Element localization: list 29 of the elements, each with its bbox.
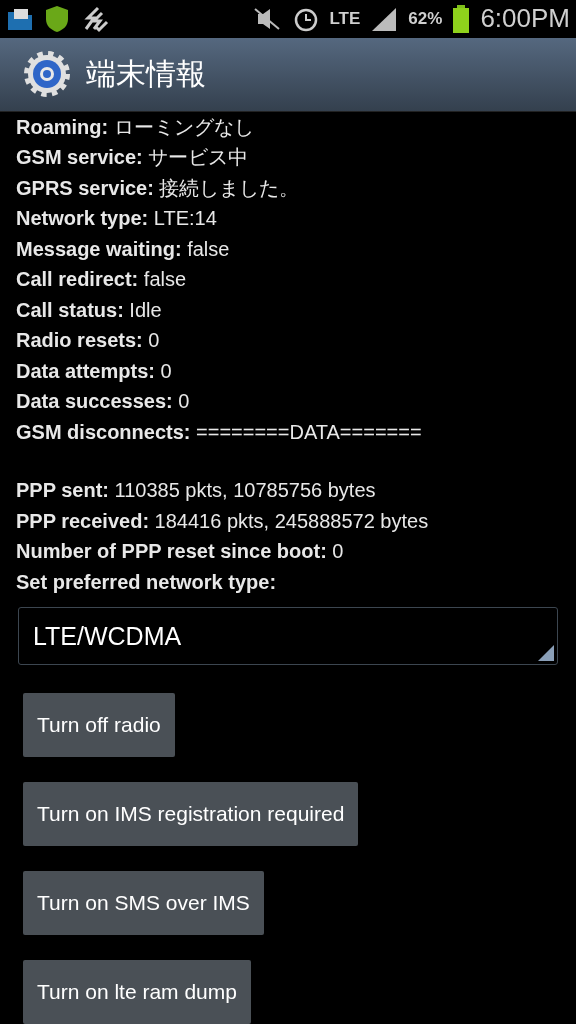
screen-title: 端末情報 bbox=[86, 54, 206, 93]
battery-percent: 62% bbox=[408, 8, 443, 29]
info-line: GSM disconnects: ========DATA======= bbox=[16, 419, 423, 445]
action-button[interactable]: Turn on SMS over IMS bbox=[23, 871, 264, 935]
action-button[interactable]: Turn on IMS registration required bbox=[23, 782, 359, 846]
network-type-dropdown[interactable]: LTE/WCDMA bbox=[18, 607, 558, 665]
info-line: Message waiting: false bbox=[16, 236, 231, 262]
info-line: Call redirect: false bbox=[16, 267, 188, 292]
shield-icon bbox=[44, 4, 70, 33]
settings-icon bbox=[22, 49, 72, 100]
dropdown-corner-icon bbox=[538, 645, 554, 661]
network-type-label: LTE bbox=[329, 8, 361, 29]
info-line: PPP received: 184416 pkts, 245888572 bytes bbox=[16, 508, 430, 534]
info-line: Call status: Idle bbox=[16, 297, 163, 323]
info-line: Number of PPP reset since boot: 0 bbox=[16, 539, 345, 564]
signal-icon bbox=[370, 5, 399, 32]
info-line: GPRS service: 接続しました。 bbox=[16, 175, 301, 201]
info-line: Data attempts: 0 bbox=[16, 358, 173, 384]
info-line: PPP sent: 110385 pkts, 10785756 bytes bbox=[16, 478, 377, 503]
info-line: Roaming: ローミングなし bbox=[16, 114, 255, 140]
info-line: Set preferred network type: bbox=[16, 569, 278, 595]
info-line: Data successes: 0 bbox=[16, 389, 191, 414]
clock: 6:00PM bbox=[480, 3, 570, 35]
battery-icon bbox=[452, 4, 471, 33]
action-button[interactable]: Turn off radio bbox=[23, 693, 175, 757]
info-line: GSM service: サービス中 bbox=[16, 145, 250, 170]
info-line: Network type: LTE:14 bbox=[16, 206, 218, 231]
action-button[interactable]: Turn on lte ram dump bbox=[23, 960, 251, 1024]
info-line: Radio resets: 0 bbox=[16, 328, 161, 353]
